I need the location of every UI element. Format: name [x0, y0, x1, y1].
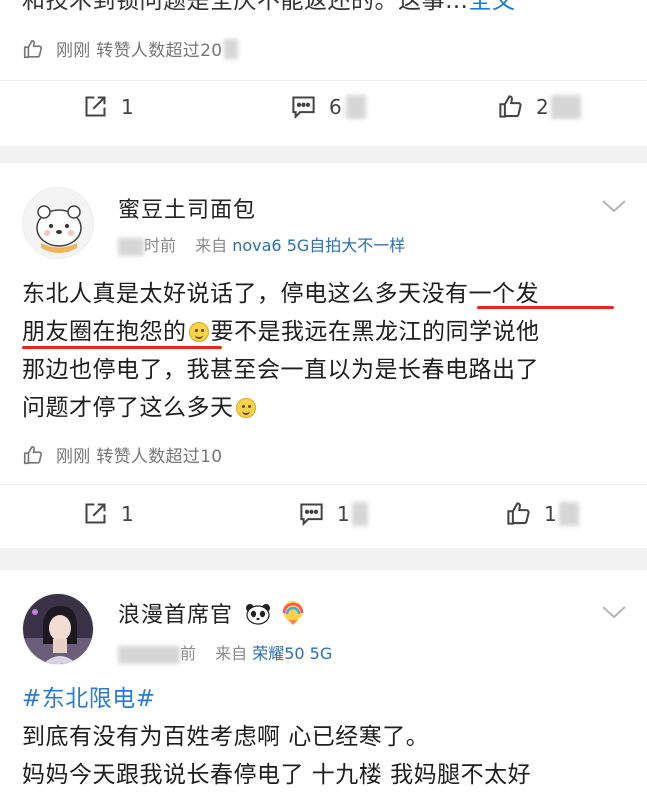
avatar-cartoon	[23, 188, 93, 258]
red-underline-annotation	[22, 346, 222, 349]
smile-emoji-icon	[188, 322, 209, 342]
like-button[interactable]: 1	[505, 500, 579, 527]
like-count: 2	[536, 94, 549, 119]
share-arrow-icon	[85, 503, 106, 524]
like-button[interactable]: 2	[497, 93, 581, 120]
blurred-number	[224, 38, 239, 59]
hashtag-link[interactable]: #东北限电#	[22, 680, 156, 718]
avatar-photo	[23, 594, 93, 664]
username[interactable]: 蜜豆土司面包	[118, 192, 256, 224]
avatar[interactable]	[22, 187, 94, 259]
like-summary: 刚刚 转赞人数超过20	[22, 36, 239, 61]
post-text-truncated: 和技术到锁问题是全庆不能返还的。这事…全文	[22, 0, 516, 20]
like-summary-text: 刚刚 转赞人数超过20	[56, 41, 223, 61]
post-separator	[0, 548, 647, 570]
comment-button[interactable]: 1	[298, 500, 368, 527]
comment-bubble-icon	[292, 96, 315, 120]
post-body-line-3: 那边也停电了，我甚至会一直以为是长春电路出了	[22, 357, 539, 383]
post-text: 和技术到锁问题是全庆不能返还的。这事…	[22, 0, 469, 14]
username[interactable]: 浪漫首席官	[118, 603, 233, 628]
thumbs-up-icon[interactable]	[22, 444, 44, 466]
comment-button[interactable]: 6	[290, 93, 366, 120]
post-source[interactable]: nova6 5G自拍大不一样	[232, 236, 405, 255]
thumbs-up-icon[interactable]	[22, 38, 44, 60]
comment-bubble-icon	[300, 503, 323, 527]
rainbow-badge-icon	[282, 601, 304, 625]
post-meta: 前 来自 荣耀50 5G	[118, 640, 332, 664]
smile-emoji-icon	[235, 398, 256, 418]
post-separator	[0, 146, 647, 163]
thumbs-up-icon	[499, 95, 522, 118]
repost-button[interactable]: 1	[82, 93, 134, 120]
post-body-line-2: 妈妈今天跟我说长春停电了 十九楼 我妈腿不太好	[22, 762, 532, 788]
repost-button[interactable]: 1	[82, 500, 134, 527]
chevron-down-icon[interactable]	[600, 197, 628, 215]
red-underline-annotation	[477, 306, 614, 309]
from-label: 来自	[215, 644, 248, 663]
avatar[interactable]	[22, 593, 94, 665]
post-body-line-1: 到底有没有为百姓考虑啊 心已经寒了。	[22, 724, 430, 750]
action-bar: 1 1 1	[0, 500, 647, 540]
share-arrow-icon	[85, 96, 106, 117]
thumbs-up-icon	[507, 502, 530, 525]
chevron-down-icon[interactable]	[600, 603, 628, 621]
like-summary-text: 刚刚 转赞人数超过10	[56, 447, 223, 467]
action-bar: 1 6 2	[0, 93, 647, 133]
post-time: 时前	[144, 236, 177, 255]
post-time: 前	[180, 644, 197, 663]
like-summary: 刚刚 转赞人数超过10	[22, 442, 222, 467]
expand-full-text-link[interactable]: 全文	[469, 0, 516, 14]
like-count: 1	[544, 501, 557, 526]
username-row: 浪漫首席官	[118, 597, 305, 629]
repost-count: 1	[121, 94, 134, 119]
post-body-line-1: 东北人真是太好说话了，停电这么多天没有一个发	[22, 281, 539, 307]
post-source[interactable]: 荣耀50 5G	[252, 644, 332, 663]
post-body-line-4: 问题才停了这么多天	[22, 389, 258, 427]
post-meta: 时前 来自 nova6 5G自拍大不一样	[118, 232, 405, 256]
from-label: 来自	[195, 236, 228, 255]
comment-count: 6	[329, 94, 342, 119]
comment-count: 1	[337, 501, 350, 526]
panda-icon	[246, 604, 271, 625]
repost-count: 1	[121, 501, 134, 526]
